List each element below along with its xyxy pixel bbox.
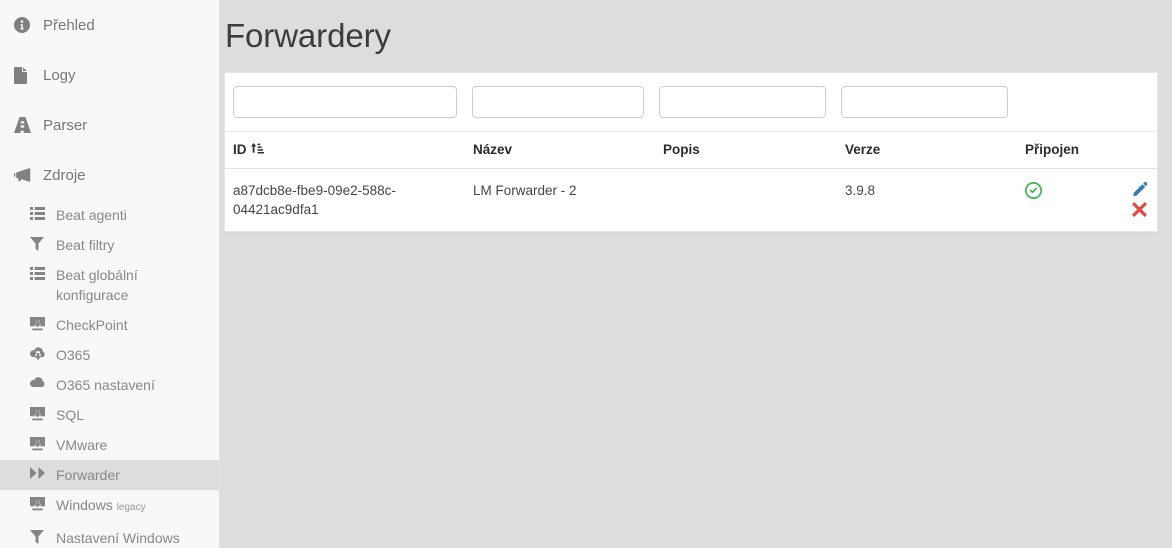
table-head: ID Název Popis Verze Připojen xyxy=(225,132,1159,169)
sidebar-item-label: Beat globální konfigurace xyxy=(56,267,138,303)
pencil-icon[interactable] xyxy=(1132,182,1147,197)
sidebar-item-label: Přehled xyxy=(43,16,95,34)
filter-id-input[interactable] xyxy=(233,86,457,118)
sort-amount-asc-icon[interactable] xyxy=(250,143,264,156)
sidebar-item-label: O365 nastavení xyxy=(56,377,155,393)
cloud-icon xyxy=(30,375,48,388)
sidebar-item-label: Forwarder xyxy=(56,467,120,483)
column-header-id[interactable]: ID xyxy=(225,132,465,169)
cloud-download-icon xyxy=(30,345,48,360)
sidebar-item-windows-legacy[interactable]: Windows legacy xyxy=(0,490,219,523)
sidebar-item-label: Beat filtry xyxy=(56,237,115,253)
column-header-label: ID xyxy=(233,142,247,157)
sidebar-item-parser[interactable]: Parser xyxy=(0,100,219,150)
fast-forward-icon xyxy=(30,465,48,479)
sidebar-item-zdroje[interactable]: Zdroje xyxy=(0,150,219,200)
sidebar-item-label: Parser xyxy=(43,116,88,134)
cell-connected xyxy=(1017,169,1117,232)
sidebar-item-beat-globalni-konfigurace[interactable]: Beat globální konfigurace xyxy=(0,260,219,310)
sidebar-item-label: Windows legacy xyxy=(56,495,146,518)
list-icon xyxy=(30,205,48,220)
sidebar-item-o365[interactable]: O365 xyxy=(0,340,219,370)
sidebar-item-checkpoint[interactable]: CheckPoint xyxy=(0,310,219,340)
sidebar-item-beat-filtry[interactable]: Beat filtry xyxy=(0,230,219,260)
sidebar-item-label: CheckPoint xyxy=(56,317,128,333)
column-header-name[interactable]: Název xyxy=(465,132,655,169)
sidebar-item-o365-nastaveni[interactable]: O365 nastavení xyxy=(0,370,219,400)
sidebar-item-logy[interactable]: Logy xyxy=(0,50,219,100)
column-header-actions xyxy=(1117,132,1159,169)
table-row[interactable]: a87dcb8e-fbe9-09e2-588c-04421ac9dfa1 LM … xyxy=(225,169,1159,232)
desktop-download-icon xyxy=(30,315,48,331)
cell-id: a87dcb8e-fbe9-09e2-588c-04421ac9dfa1 xyxy=(233,183,396,217)
sidebar-item-sql[interactable]: SQL xyxy=(0,400,219,430)
row-action-group xyxy=(1125,181,1154,217)
table-header-row: ID Název Popis Verze Připojen xyxy=(225,132,1159,169)
list-icon xyxy=(30,265,48,280)
sidebar-item-nastaveni-windows[interactable]: Nastavení Windows xyxy=(0,523,219,548)
desktop-download-icon xyxy=(30,435,48,451)
page-title: Forwardery xyxy=(225,17,391,54)
filter-row xyxy=(225,73,1157,132)
filter-icon xyxy=(30,235,48,251)
sidebar-item-label: O365 xyxy=(56,347,91,363)
column-header-description[interactable]: Popis xyxy=(655,132,837,169)
cell-version: 3.9.8 xyxy=(845,183,876,198)
column-header-connected[interactable]: Připojen xyxy=(1017,132,1117,169)
cell-actions xyxy=(1117,169,1159,232)
sidebar-item-label: VMware xyxy=(56,437,108,453)
main-content: Forwardery ID Název Popis Verze Připojen… xyxy=(220,0,1172,548)
sidebar-item-vmware[interactable]: VMware xyxy=(0,430,219,460)
sidebar-item-text: Windows xyxy=(56,497,117,513)
column-header-version[interactable]: Verze xyxy=(837,132,1017,169)
sidebar-item-forwarder[interactable]: Forwarder xyxy=(0,460,219,490)
cell-description xyxy=(655,169,837,232)
cell-name: LM Forwarder - 2 xyxy=(473,183,577,198)
filter-name-input[interactable] xyxy=(472,86,644,118)
desktop-download-icon xyxy=(30,405,48,421)
check-circle-icon xyxy=(1025,182,1042,199)
desktop-download-icon xyxy=(30,495,48,511)
bullhorn-icon xyxy=(14,168,34,182)
sidebar-item-superscript: legacy xyxy=(116,502,146,513)
sidebar-item-label: SQL xyxy=(56,407,85,423)
sidebar: Přehled Logy Parser Zdroje Beat agenti B… xyxy=(0,0,220,548)
app-root: Přehled Logy Parser Zdroje Beat agenti B… xyxy=(0,0,1172,548)
times-icon[interactable] xyxy=(1132,202,1147,217)
table-body: a87dcb8e-fbe9-09e2-588c-04421ac9dfa1 LM … xyxy=(225,169,1159,232)
file-icon xyxy=(14,66,34,84)
sidebar-item-prehled[interactable]: Přehled xyxy=(0,0,219,50)
info-circle-icon xyxy=(14,17,34,33)
forwarders-table: ID Název Popis Verze Připojen a87dcb8e-f… xyxy=(225,132,1159,231)
filter-icon xyxy=(30,528,48,544)
sidebar-item-label: Nastavení Windows xyxy=(56,530,180,546)
sidebar-item-label: Beat agenti xyxy=(56,207,127,223)
forwarders-card: ID Název Popis Verze Připojen a87dcb8e-f… xyxy=(224,72,1159,232)
filter-version-input[interactable] xyxy=(841,86,1008,118)
road-icon xyxy=(14,117,34,133)
sidebar-item-label: Logy xyxy=(43,66,76,84)
filter-description-input[interactable] xyxy=(659,86,826,118)
sidebar-item-beat-agenti[interactable]: Beat agenti xyxy=(0,200,219,230)
sidebar-item-label: Zdroje xyxy=(43,166,86,184)
